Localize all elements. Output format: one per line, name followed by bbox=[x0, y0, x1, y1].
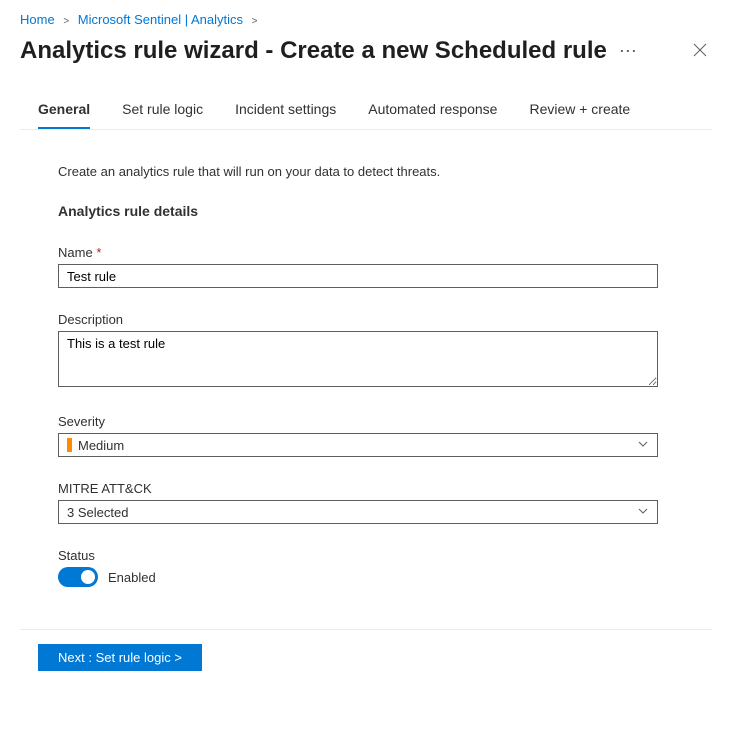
name-label-text: Name bbox=[58, 245, 93, 260]
tab-incident-settings[interactable]: Incident settings bbox=[235, 95, 336, 129]
severity-select[interactable]: Medium bbox=[58, 433, 658, 457]
status-label: Status bbox=[58, 548, 674, 563]
status-toggle[interactable] bbox=[58, 567, 98, 587]
field-description: Description This is a test rule bbox=[58, 312, 674, 390]
content-panel: Create an analytics rule that will run o… bbox=[20, 130, 712, 617]
tab-general[interactable]: General bbox=[38, 95, 90, 129]
intro-text: Create an analytics rule that will run o… bbox=[58, 164, 674, 179]
field-status: Status Enabled bbox=[58, 548, 674, 587]
footer: Next : Set rule logic > bbox=[20, 629, 712, 671]
breadcrumb: Home > Microsoft Sentinel | Analytics > bbox=[20, 12, 712, 37]
description-input[interactable]: This is a test rule bbox=[58, 331, 658, 387]
chevron-down-icon bbox=[637, 438, 649, 453]
field-mitre: MITRE ATT&CK 3 Selected bbox=[58, 481, 674, 524]
more-actions-icon[interactable]: ⋯ bbox=[619, 41, 638, 62]
severity-value: Medium bbox=[78, 438, 124, 453]
title-row: Analytics rule wizard - Create a new Sch… bbox=[20, 37, 712, 95]
breadcrumb-home[interactable]: Home bbox=[20, 12, 55, 27]
mitre-value: 3 Selected bbox=[67, 505, 128, 520]
section-title: Analytics rule details bbox=[58, 203, 674, 219]
status-state-label: Enabled bbox=[108, 570, 156, 585]
description-label: Description bbox=[58, 312, 674, 327]
tab-set-rule-logic[interactable]: Set rule logic bbox=[122, 95, 203, 129]
breadcrumb-sentinel[interactable]: Microsoft Sentinel | Analytics bbox=[78, 12, 243, 27]
tab-review-create[interactable]: Review + create bbox=[529, 95, 630, 129]
mitre-select[interactable]: 3 Selected bbox=[58, 500, 658, 524]
severity-label: Severity bbox=[58, 414, 674, 429]
field-severity: Severity Medium bbox=[58, 414, 674, 457]
chevron-right-icon: > bbox=[63, 16, 69, 27]
required-marker: * bbox=[96, 245, 101, 260]
name-input[interactable] bbox=[58, 264, 658, 288]
mitre-label: MITRE ATT&CK bbox=[58, 481, 674, 496]
toggle-knob bbox=[81, 570, 95, 584]
tabs: General Set rule logic Incident settings… bbox=[20, 95, 712, 130]
name-label: Name * bbox=[58, 245, 674, 260]
close-icon bbox=[692, 42, 708, 58]
chevron-down-icon bbox=[637, 505, 649, 520]
field-name: Name * bbox=[58, 245, 674, 288]
tab-automated-response[interactable]: Automated response bbox=[368, 95, 497, 129]
chevron-right-icon: > bbox=[252, 16, 258, 27]
page-title: Analytics rule wizard - Create a new Sch… bbox=[20, 37, 607, 65]
close-button[interactable] bbox=[688, 38, 712, 65]
next-button[interactable]: Next : Set rule logic > bbox=[38, 644, 202, 671]
severity-color-bar bbox=[67, 438, 72, 452]
